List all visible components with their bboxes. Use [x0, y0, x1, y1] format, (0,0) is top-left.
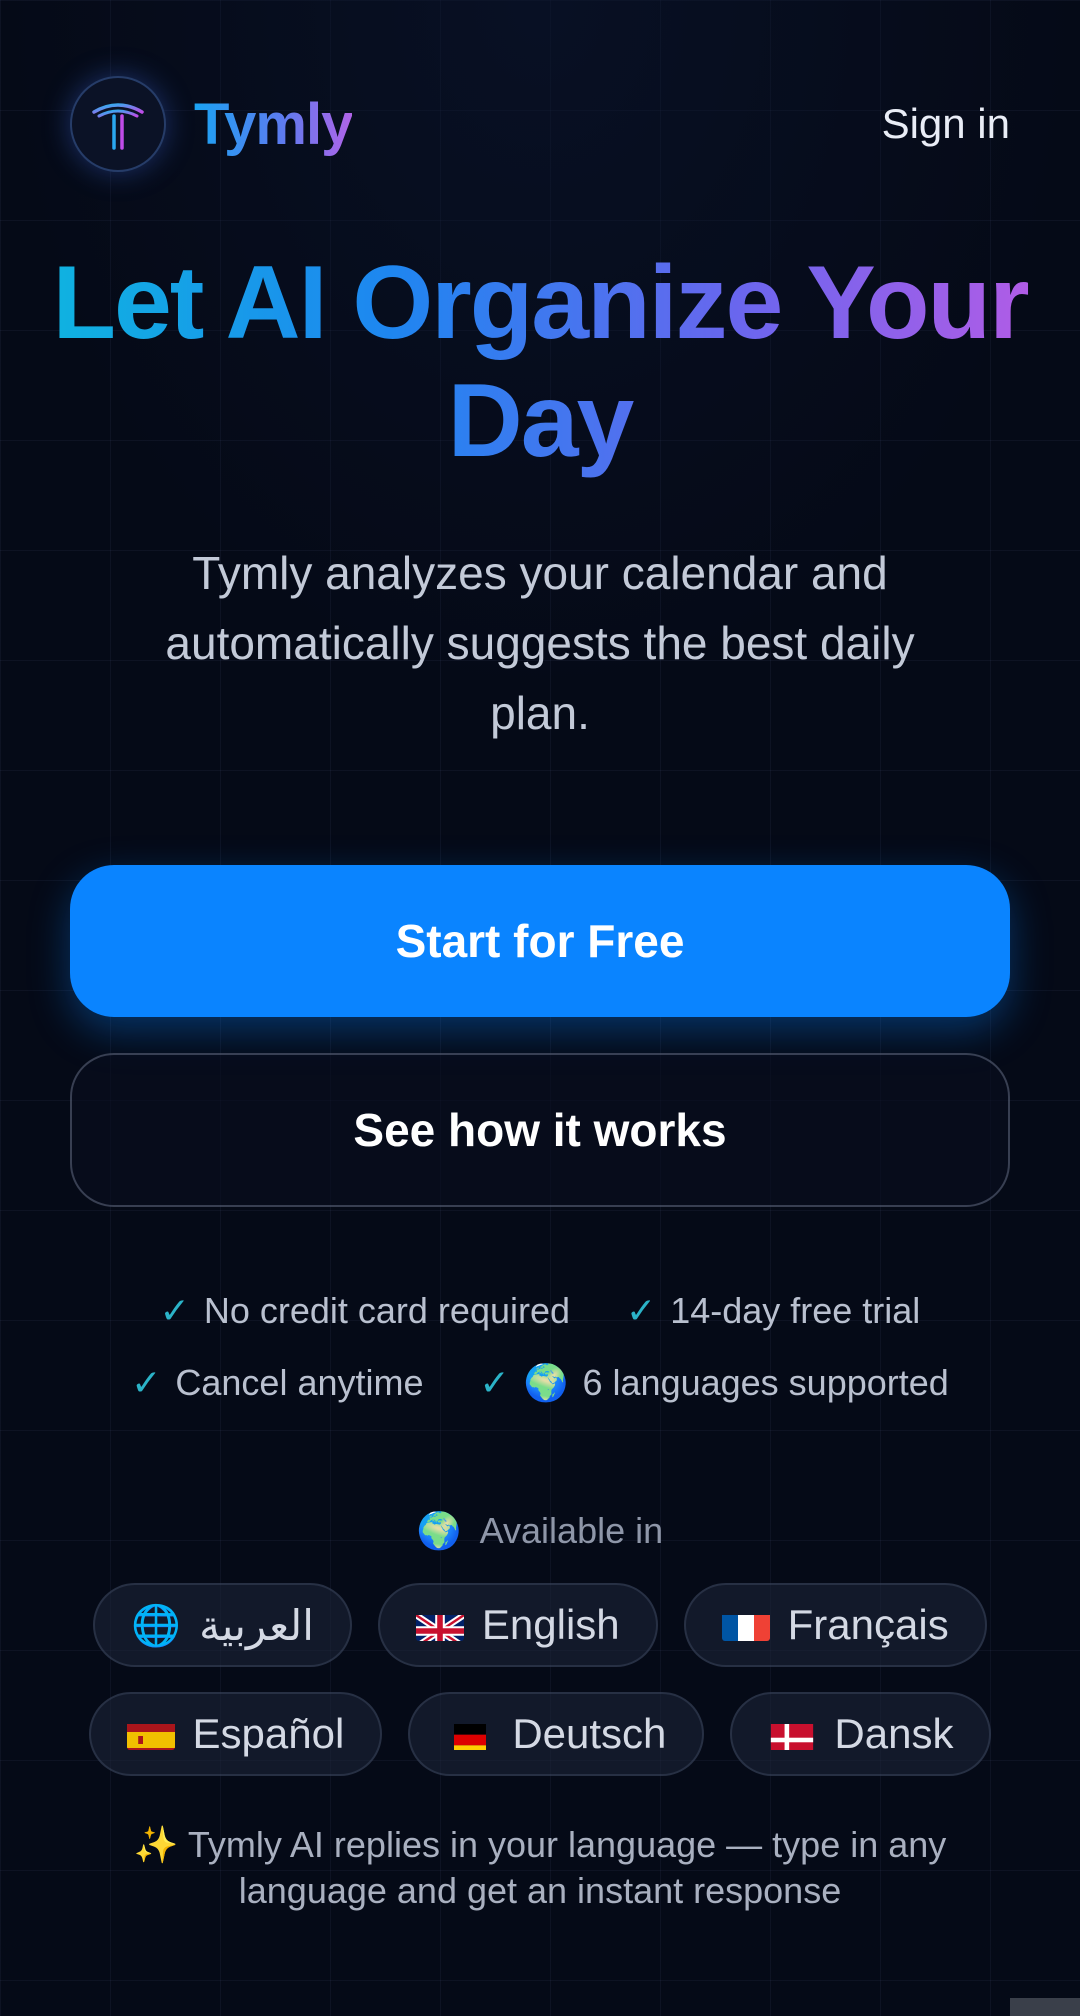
available-in-heading: 🌍 Available in — [0, 1510, 1080, 1552]
landing-page: Tymly Sign in Let AI Organize Your Day T… — [0, 0, 1080, 2016]
language-label: Dansk — [834, 1710, 954, 1757]
spain-flag-icon — [126, 1718, 175, 1750]
hero-title: Let AI Organize Your Day — [40, 244, 1040, 480]
sign-in-link[interactable]: Sign in — [882, 100, 1010, 148]
corner-scroll-indicator — [1010, 1998, 1080, 2016]
brand[interactable]: Tymly — [70, 76, 353, 172]
check-icon: ✓ — [159, 1290, 190, 1331]
ai-language-note: ✨ Tymly AI replies in your language — ty… — [90, 1822, 990, 1914]
feature-label: 6 languages supported — [582, 1362, 949, 1403]
start-free-button[interactable]: Start for Free — [70, 865, 1010, 1017]
language-label: English — [481, 1601, 620, 1648]
check-icon: ✓ — [626, 1290, 657, 1331]
ai-language-note-text: Tymly AI replies in your language — type… — [187, 1824, 947, 1911]
language-chip-danish[interactable]: Dansk — [730, 1692, 992, 1776]
denmark-flag-icon — [768, 1718, 816, 1750]
check-icon: ✓ — [131, 1362, 162, 1403]
language-chip-german[interactable]: Deutsch — [408, 1692, 705, 1776]
uk-flag-icon — [415, 1609, 464, 1641]
language-row: 🌐 العربية English Français — [40, 1583, 1040, 1667]
globe-icon: 🌍 — [416, 1510, 462, 1551]
language-chip-arabic[interactable]: 🌐 العربية — [93, 1583, 352, 1667]
language-label: Français — [787, 1601, 949, 1648]
sparkles-icon: ✨ — [133, 1824, 179, 1865]
header: Tymly Sign in — [70, 76, 1010, 172]
france-flag-icon — [721, 1609, 770, 1641]
feature-label: Cancel anytime — [175, 1362, 424, 1403]
language-row: Español Deutsch Dansk — [40, 1692, 1040, 1776]
germany-flag-icon — [446, 1718, 494, 1750]
feature-item: ✓ No credit card required — [160, 1290, 570, 1332]
see-how-it-works-button[interactable]: See how it works — [70, 1053, 1010, 1207]
feature-item: ✓ 🌍 6 languages supported — [480, 1362, 949, 1404]
feature-label: No credit card required — [203, 1290, 571, 1331]
globe-icon: 🌐 — [131, 1603, 182, 1648]
feature-item: ✓ 14-day free trial — [626, 1290, 920, 1332]
globe-icon: 🌍 — [523, 1362, 569, 1403]
language-label: Deutsch — [512, 1710, 667, 1757]
t-logo-icon — [92, 103, 144, 150]
feature-item: ✓ Cancel anytime — [131, 1362, 423, 1404]
tymly-logo-icon — [70, 76, 166, 172]
brand-name: Tymly — [194, 91, 353, 157]
language-chip-spanish[interactable]: Español — [88, 1692, 383, 1776]
language-label: العربية — [199, 1601, 314, 1649]
language-chip-english[interactable]: English — [377, 1583, 658, 1667]
language-chip-french[interactable]: Français — [683, 1583, 987, 1667]
check-icon: ✓ — [479, 1362, 510, 1403]
feature-label: 14-day free trial — [670, 1290, 921, 1331]
language-label: Español — [192, 1710, 345, 1757]
feature-list: ✓ No credit card required ✓ 14-day free … — [70, 1290, 1010, 1404]
available-in-label: Available in — [479, 1510, 664, 1551]
hero-subtitle: Tymly analyzes your calendar and automat… — [165, 547, 915, 739]
